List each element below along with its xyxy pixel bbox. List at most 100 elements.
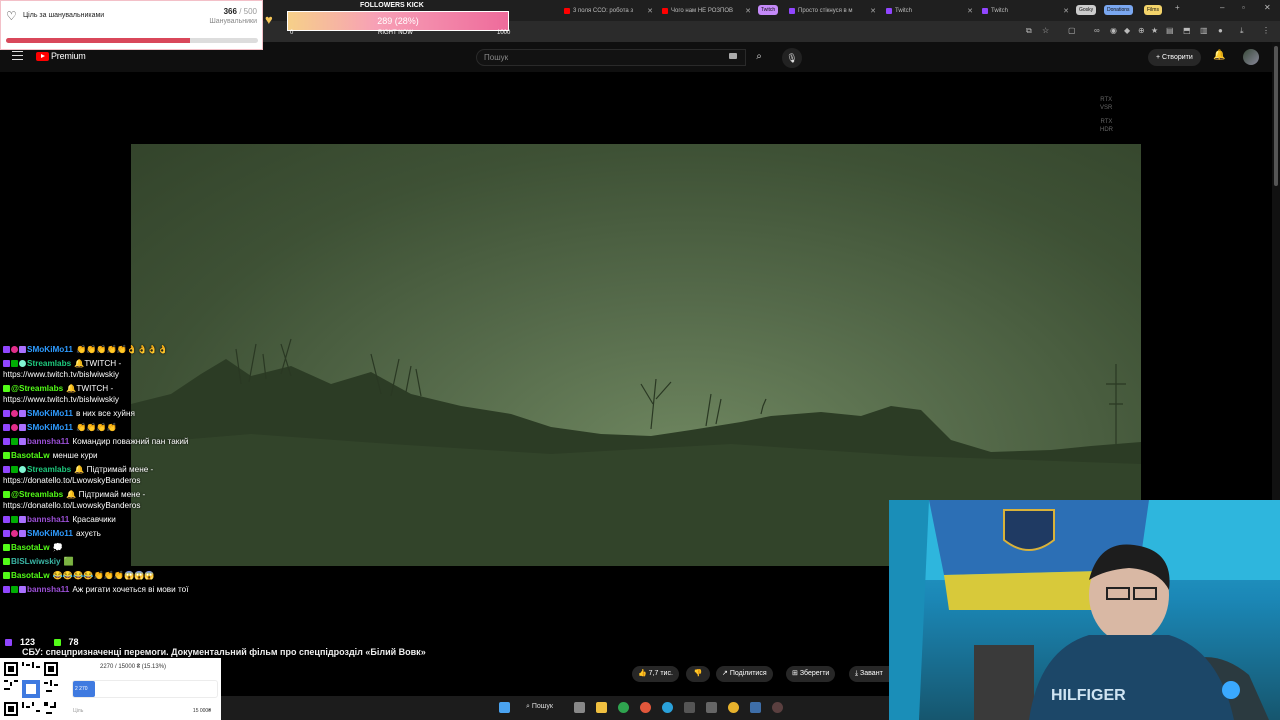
extension-icon[interactable]: ▢ <box>1068 26 1076 35</box>
chrome-icon[interactable] <box>728 702 739 713</box>
chat-message: @Streamlabs 🔔TWITCH - https://www.twitch.… <box>3 383 218 405</box>
hamburger-menu-icon[interactable] <box>12 51 23 60</box>
qr-code <box>2 660 60 718</box>
telegram-icon[interactable] <box>662 702 673 713</box>
chat-username: bannsha11 <box>27 585 70 594</box>
browser-tab[interactable]: 3 поля ССО: робота з ✕ <box>560 3 657 18</box>
screen: 3 поля ССО: робота з ✕ Чого нам НЕ РОЗПО… <box>0 0 1280 720</box>
download-button[interactable]: ⤓ Завант <box>849 666 890 682</box>
obs-icon[interactable] <box>772 702 783 713</box>
chat-username: BISLwiwskiy <box>11 557 61 566</box>
viewer-counts: 123 78 <box>5 637 95 647</box>
kick-badge-icon <box>3 572 10 579</box>
chat-text: 😂😂😂😂👏👏👏😱😱😱 <box>52 571 155 580</box>
chat-username: BasotaLw <box>11 571 50 580</box>
extension-icon[interactable]: ⬒ <box>1183 26 1191 35</box>
star-badge-icon <box>19 424 26 431</box>
edge-icon[interactable] <box>618 702 629 713</box>
rtx-label: RTX <box>1100 97 1113 103</box>
chat-message: SMoKiMo11 👏👏👏👏 <box>3 422 218 433</box>
close-window-icon[interactable]: ✕ <box>1264 3 1271 12</box>
chat-message: BasotaLw 😂😂😂😂👏👏👏😱😱😱 <box>3 570 218 581</box>
browser-tab[interactable]: Twitch ✕ <box>978 3 1073 18</box>
close-tab-icon[interactable]: ✕ <box>967 7 973 15</box>
sidepanel-icon[interactable]: ▥ <box>1200 26 1208 35</box>
app-icon[interactable] <box>684 702 695 713</box>
share-button[interactable]: ↗ Поділитися <box>716 666 773 682</box>
maximize-icon[interactable]: ▫ <box>1242 3 1245 12</box>
close-tab-icon[interactable]: ✕ <box>870 7 876 15</box>
donation-goal-widget: 2270 / 15000 ₴ (15.13%) 2 270 Ціль 15 00… <box>0 658 221 720</box>
minimize-icon[interactable]: – <box>1220 3 1224 12</box>
chat-message: bannsha11 Аж ригати хочеться ві мови тої <box>3 584 218 595</box>
chat-username: bannsha11 <box>27 437 70 446</box>
browser-tab[interactable]: Чого нам НЕ РОЗПОВ ✕ <box>658 3 755 18</box>
tab-label: Чого нам НЕ РОЗПОВ <box>671 7 733 14</box>
steam-icon[interactable] <box>750 702 761 713</box>
firefox-icon[interactable] <box>640 702 651 713</box>
moderator-badge-icon <box>11 516 18 523</box>
tab-group-films[interactable]: Films <box>1144 5 1162 15</box>
kick-viewers: 78 <box>53 637 87 647</box>
tab-group-donations[interactable]: Donations <box>1104 5 1133 15</box>
notifications-bell-icon[interactable]: 🔔 <box>1213 50 1225 61</box>
save-label: Зберегти <box>799 670 830 677</box>
profile-icon[interactable]: ● <box>1218 26 1223 35</box>
hdr-label: HDR <box>1100 127 1113 133</box>
chat-text: Командир поважний пан такий <box>72 437 189 446</box>
extension-icon[interactable]: ∞ <box>1094 26 1100 35</box>
taskbar-search[interactable]: ⌕ Пошук <box>526 703 553 711</box>
windows-start-icon[interactable] <box>499 702 510 713</box>
search-input[interactable]: Пошук <box>476 49 746 66</box>
dislike-button[interactable]: 👎 <box>686 666 710 682</box>
chat-username: SMoKiMo11 <box>27 423 73 432</box>
avatar[interactable] <box>1243 49 1259 65</box>
bookmark-star-icon[interactable]: ☆ <box>1042 26 1049 35</box>
tab-group-gosky[interactable]: Gosky <box>1076 5 1097 15</box>
subscriber-heart-icon <box>11 424 18 431</box>
like-button[interactable]: 👍 7,7 тис. <box>632 666 679 682</box>
keyboard-icon[interactable] <box>729 53 737 59</box>
tab-group-twitch[interactable]: Twitch <box>758 5 779 15</box>
kick-followers-widget: FOLLOWERS KICK ♥ 289 (28%) 0 RIGHT NOW 1… <box>265 2 515 38</box>
twitch-viewer-count: 123 <box>20 637 36 647</box>
kick-badge-icon <box>3 452 10 459</box>
install-icon[interactable]: ⧉ <box>1026 26 1032 36</box>
close-tab-icon[interactable]: ✕ <box>1063 7 1069 15</box>
rtx-hdr-badge: RTX HDR <box>1100 118 1113 134</box>
goal-progress-bar <box>6 38 258 43</box>
kick-icon <box>53 639 61 646</box>
kebab-menu-icon[interactable]: ⋮ <box>1262 26 1270 35</box>
close-tab-icon[interactable]: ✕ <box>647 7 653 15</box>
tab-label: Twitch <box>991 7 1009 14</box>
tab-label: Просто стікнуся в м <box>798 7 853 14</box>
twitch-viewers: 123 <box>5 637 43 647</box>
file-explorer-icon[interactable] <box>596 702 607 713</box>
youtube-logo-icon[interactable] <box>36 52 49 61</box>
extension-icon[interactable]: ★ <box>1151 26 1158 35</box>
star-badge-icon <box>19 346 26 353</box>
create-button[interactable]: + Створити <box>1148 49 1201 66</box>
search-button[interactable]: ⌕ <box>748 49 770 66</box>
task-view-icon[interactable] <box>574 702 585 713</box>
browser-tab[interactable]: Twitch ✕ <box>882 3 977 18</box>
extension-icon[interactable]: ◆ <box>1124 26 1130 35</box>
chat-text: менше кури <box>52 451 98 460</box>
extension-icon[interactable]: ▤ <box>1166 26 1174 35</box>
extension-icon[interactable]: ◉ <box>1110 26 1117 35</box>
kick-badge-icon <box>3 385 10 392</box>
microphone-icon[interactable]: 🎙 <box>782 48 802 68</box>
vsr-label: VSR <box>1100 105 1113 111</box>
donation-goal-label: Ціль <box>73 708 84 714</box>
heart-icon: ♡ <box>6 9 17 23</box>
moderator-badge-icon <box>11 438 18 445</box>
scrollbar-thumb[interactable] <box>1274 46 1278 186</box>
browser-tab[interactable]: Просто стікнуся в м ✕ <box>785 3 880 18</box>
app-icon[interactable] <box>706 702 717 713</box>
extension-icon[interactable]: ⊕ <box>1138 26 1145 35</box>
downloads-icon[interactable]: ⤓ <box>1240 26 1244 36</box>
close-tab-icon[interactable]: ✕ <box>745 7 751 15</box>
premium-label[interactable]: Premium <box>51 51 86 61</box>
save-button[interactable]: ⊞ Зберегти <box>786 666 836 682</box>
new-tab-icon[interactable]: + <box>1175 3 1180 12</box>
